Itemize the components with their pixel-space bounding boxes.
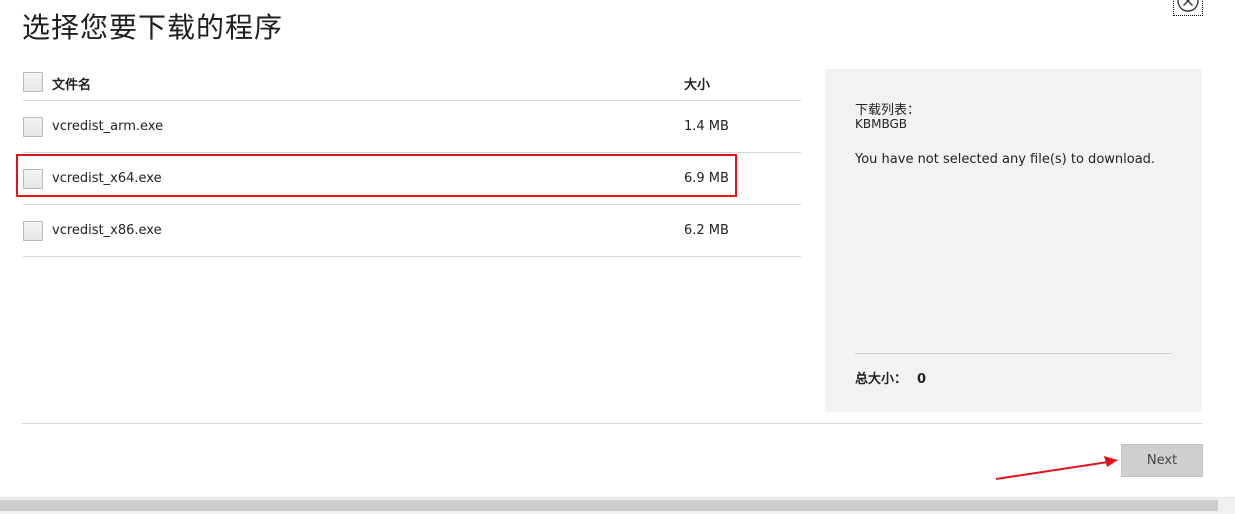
red-arrow-annotation bbox=[995, 456, 1118, 480]
file-row-arm[interactable]: vcredist_arm.exe 1.4 MB bbox=[23, 101, 801, 153]
close-icon[interactable] bbox=[1173, 0, 1203, 16]
next-button[interactable]: Next bbox=[1121, 444, 1203, 477]
file-checkbox-arm[interactable] bbox=[23, 117, 43, 137]
highlight-box bbox=[16, 154, 737, 197]
horizontal-scroll-thumb[interactable] bbox=[0, 500, 1218, 511]
file-size: 1.4 MB bbox=[684, 119, 729, 134]
download-list-title: 下载列表： bbox=[855, 103, 921, 118]
file-name: vcredist_arm.exe bbox=[52, 119, 164, 134]
file-size: 6.2 MB bbox=[684, 223, 729, 238]
footer-divider bbox=[22, 423, 1202, 424]
total-size-label: 总大小： bbox=[855, 372, 908, 387]
horizontal-scrollbar[interactable] bbox=[0, 497, 1235, 514]
summary-divider bbox=[855, 353, 1172, 354]
download-list-code: KBMBGB bbox=[855, 117, 908, 131]
download-summary-panel: 下载列表： KBMBGB You have not selected any f… bbox=[825, 69, 1202, 412]
total-size-value: 0 bbox=[917, 372, 927, 387]
total-size-row: 总大小： 0 bbox=[855, 368, 926, 387]
select-all-checkbox[interactable] bbox=[23, 72, 43, 92]
empty-selection-message: You have not selected any file(s) to dow… bbox=[855, 152, 1156, 167]
page-title: 选择您要下载的程序 bbox=[22, 11, 284, 44]
column-header-name: 文件名 bbox=[52, 78, 92, 93]
file-row-x86[interactable]: vcredist_x86.exe 6.2 MB bbox=[23, 205, 801, 257]
column-header-size: 大小 bbox=[684, 78, 711, 93]
file-name: vcredist_x86.exe bbox=[52, 223, 162, 238]
file-list-header: 文件名 大小 bbox=[23, 61, 801, 101]
file-checkbox-x86[interactable] bbox=[23, 221, 43, 241]
close-icon-glyph bbox=[1177, 0, 1199, 12]
